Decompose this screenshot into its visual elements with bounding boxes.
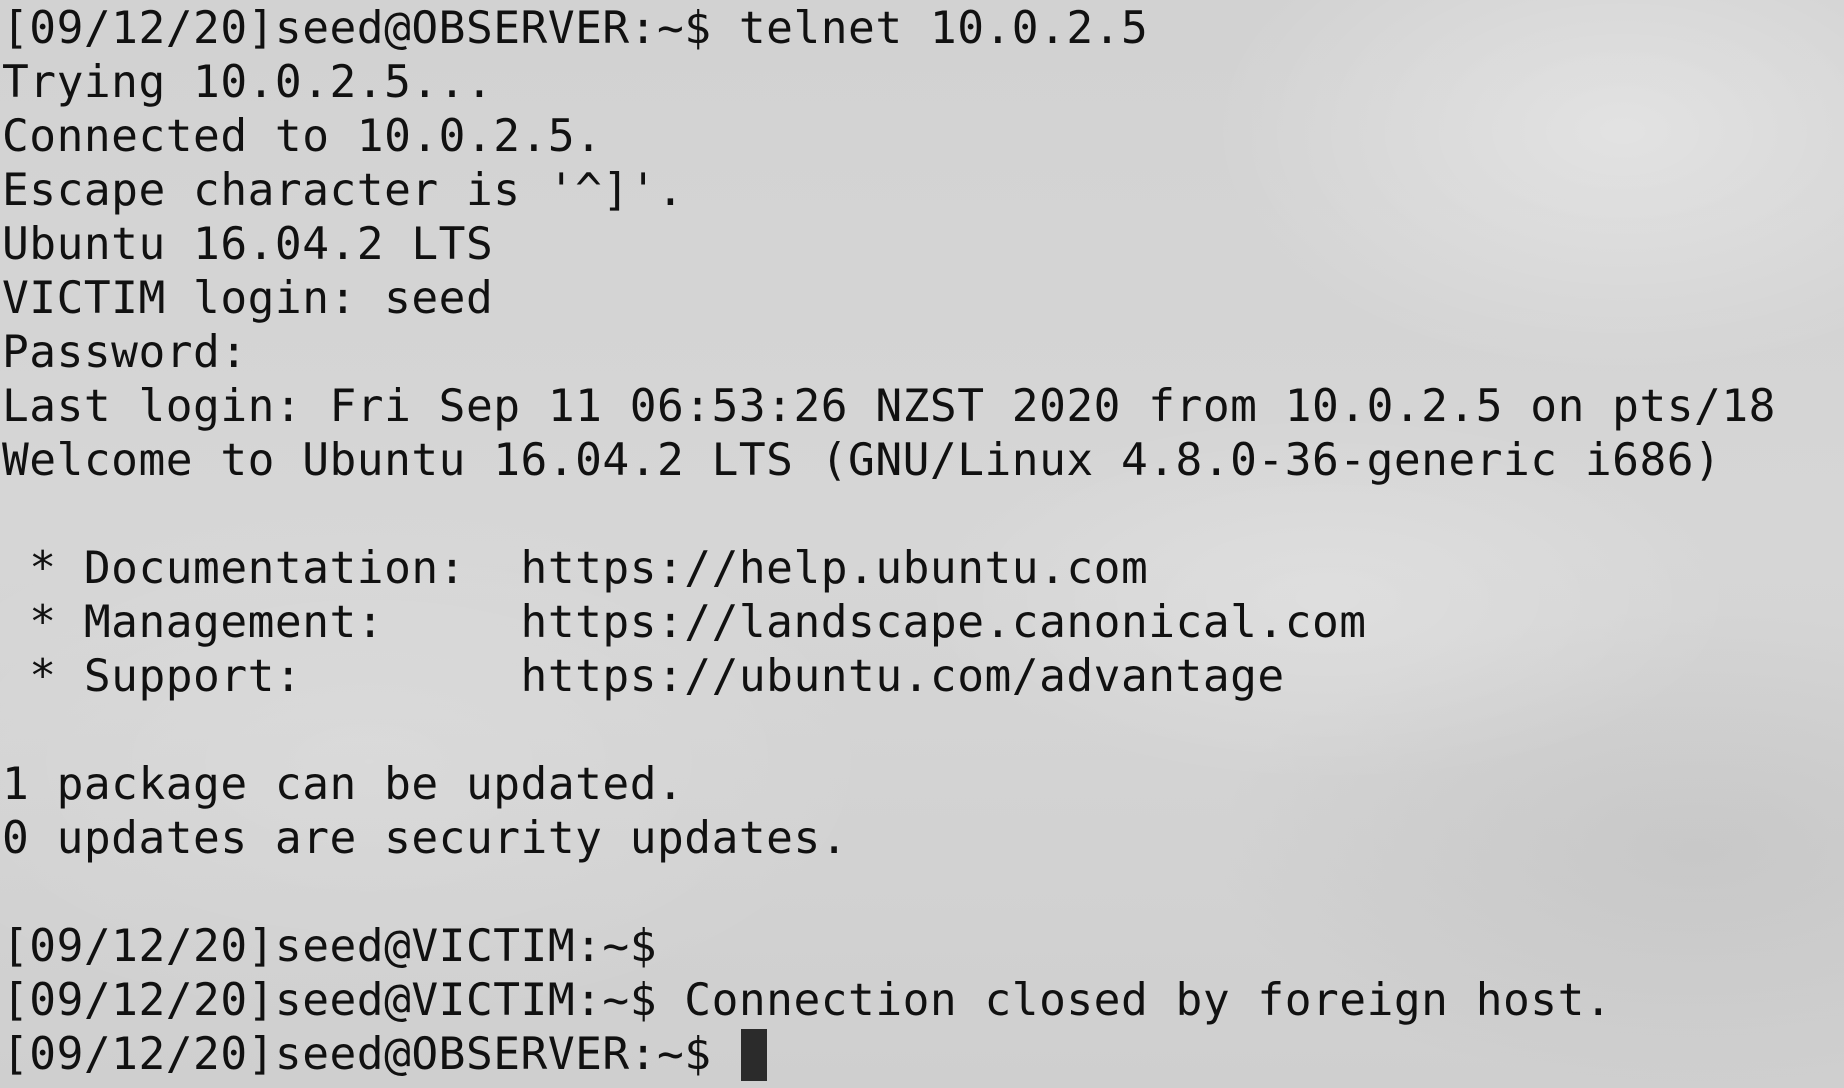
terminal-line-observer-prompt[interactable]: [09/12/20]seed@OBSERVER:~$ bbox=[2, 1028, 1844, 1082]
terminal-line-package-updates: 1 package can be updated. bbox=[2, 759, 685, 810]
terminal-line-support: * Support: https://ubuntu.com/advantage bbox=[2, 651, 1285, 702]
observer-prompt-text: [09/12/20]seed@OBSERVER:~$ bbox=[2, 1029, 739, 1080]
terminal-line-last-login: Last login: Fri Sep 11 06:53:26 NZST 202… bbox=[2, 381, 1776, 432]
terminal-line-escape-character: Escape character is '^]'. bbox=[2, 165, 685, 216]
terminal-line-connection-closed: [09/12/20]seed@VICTIM:~$ Connection clos… bbox=[2, 975, 1613, 1026]
terminal-line-trying: Trying 10.0.2.5... bbox=[2, 57, 494, 108]
terminal-line-documentation: * Documentation: https://help.ubuntu.com bbox=[2, 543, 1149, 594]
terminal-line-welcome: Welcome to Ubuntu 16.04.2 LTS (GNU/Linux… bbox=[2, 435, 1722, 486]
terminal-line-login: VICTIM login: seed bbox=[2, 273, 494, 324]
terminal-window[interactable]: [09/12/20]seed@OBSERVER:~$ telnet 10.0.2… bbox=[0, 0, 1844, 1088]
terminal-line-security-updates: 0 updates are security updates. bbox=[2, 813, 849, 864]
terminal-line-management: * Management: https://landscape.canonica… bbox=[2, 597, 1367, 648]
terminal-line-password: Password: bbox=[2, 327, 248, 378]
terminal-line-victim-prompt: [09/12/20]seed@VICTIM:~$ bbox=[2, 921, 657, 972]
terminal-line-ubuntu-banner: Ubuntu 16.04.2 LTS bbox=[2, 219, 494, 270]
terminal-line-telnet-command: [09/12/20]seed@OBSERVER:~$ telnet 10.0.2… bbox=[2, 3, 1149, 54]
terminal-cursor bbox=[740, 1029, 767, 1081]
terminal-line-connected: Connected to 10.0.2.5. bbox=[2, 111, 603, 162]
